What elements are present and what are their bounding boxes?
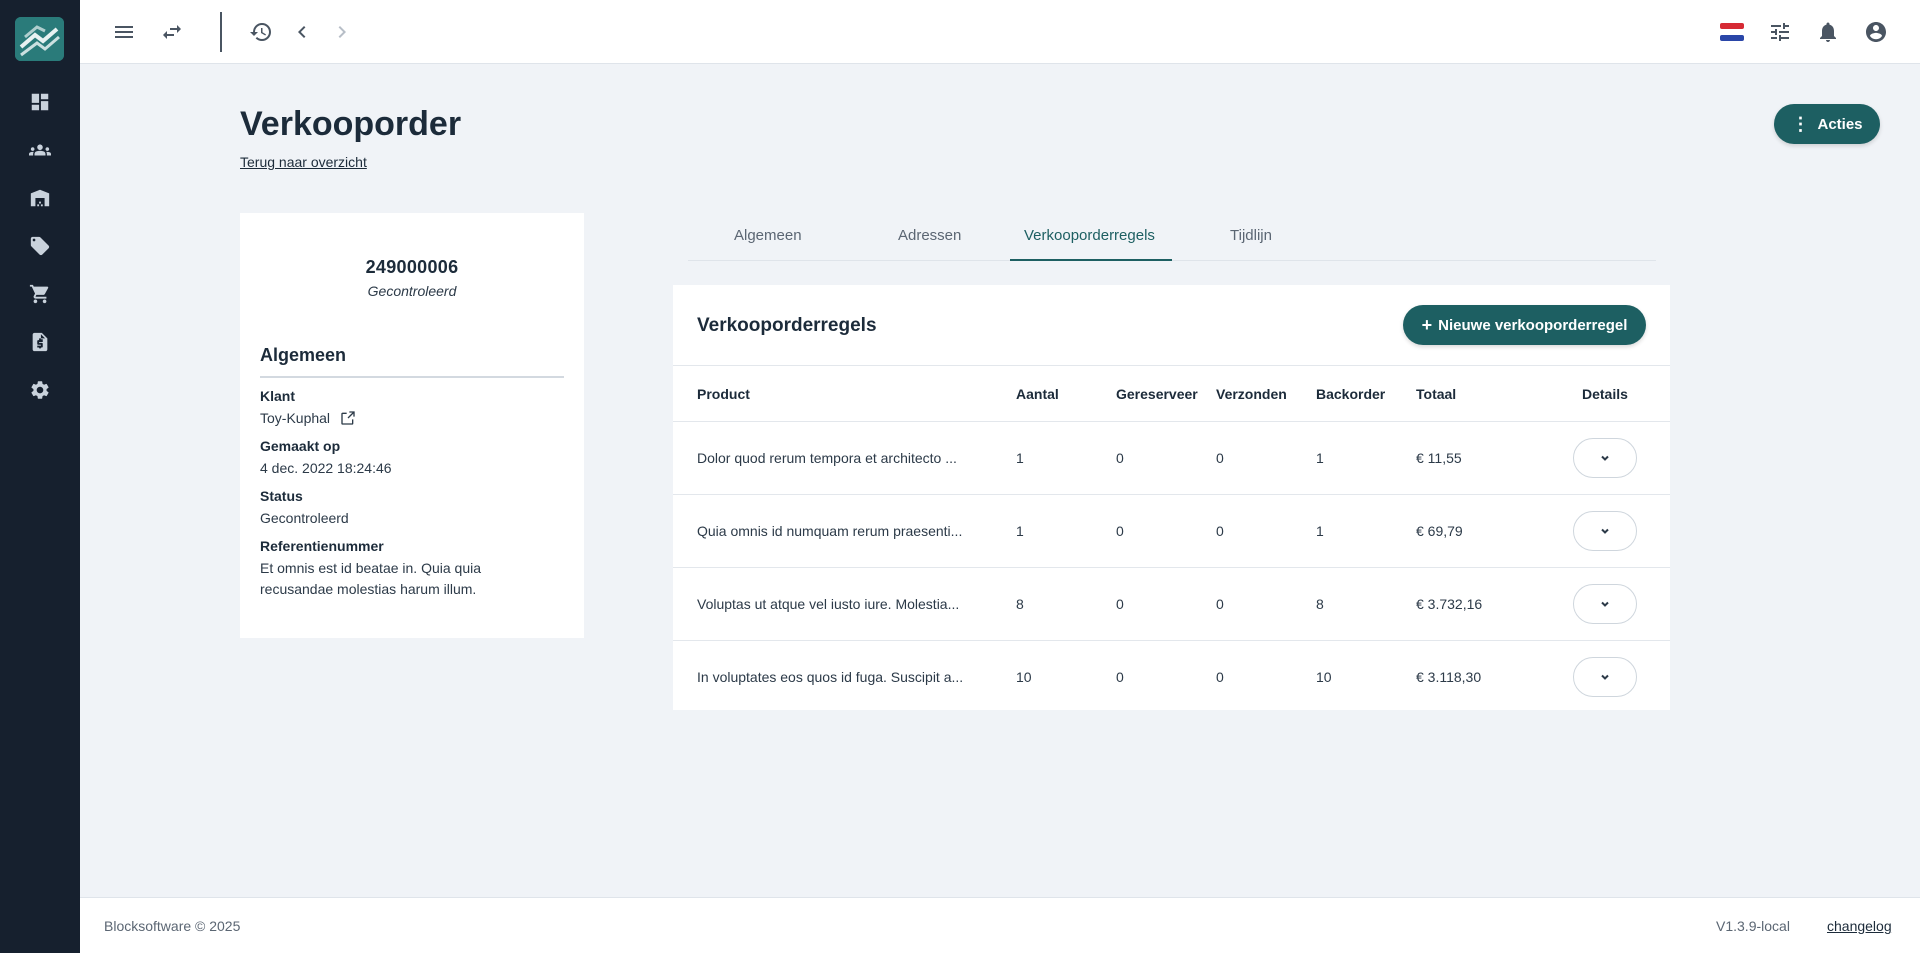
flag-nl-icon[interactable]: [1719, 19, 1745, 45]
actions-button[interactable]: ⋮ Acties: [1774, 104, 1880, 144]
cell-total: € 69,79: [1416, 523, 1463, 539]
cell-total: € 3.118,30: [1416, 669, 1482, 685]
field-value-status: Gecontroleerd: [260, 510, 349, 526]
details-expand-button[interactable]: [1573, 511, 1637, 551]
bell-icon[interactable]: [1815, 19, 1841, 45]
details-expand-button[interactable]: [1573, 657, 1637, 697]
cell-product: Voluptas ut atque vel iusto iure. Molest…: [697, 596, 960, 612]
new-order-line-button[interactable]: + Nieuwe verkooporderregel: [1403, 305, 1646, 345]
field-label-reference: Referentienummer: [260, 538, 384, 554]
warehouse-icon[interactable]: [27, 185, 53, 211]
table-row: Quia omnis id numquam rerum praesenti...…: [673, 495, 1670, 568]
chevron-left-icon[interactable]: [289, 19, 315, 45]
cell-total: € 3.732,16: [1416, 596, 1483, 612]
cell-backorder: 1: [1316, 523, 1324, 539]
cell-product: In voluptates eos quos id fuga. Suscipit…: [697, 669, 964, 685]
chevron-down-icon: [1601, 528, 1609, 534]
cell-product: Dolor quod rerum tempora et architecto .…: [697, 450, 957, 466]
cell-shipped: 0: [1216, 596, 1224, 612]
topbar-divider: [220, 12, 222, 52]
table-row: In voluptates eos quos id fuga. Suscipit…: [673, 641, 1670, 714]
swap-icon[interactable]: [159, 19, 185, 45]
invoice-icon[interactable]: [27, 329, 53, 355]
table-header: Product Aantal Gereserveer Verzonden Bac…: [673, 365, 1670, 422]
cell-reserved: 0: [1116, 523, 1124, 539]
field-label-status: Status: [260, 488, 303, 504]
chevron-right-icon[interactable]: [329, 19, 355, 45]
cell-quantity: 1: [1016, 523, 1024, 539]
tab-timeline[interactable]: Tijdlijn: [1230, 227, 1272, 244]
new-order-line-label: Nieuwe verkooporderregel: [1438, 316, 1628, 334]
cell-reserved: 0: [1116, 450, 1124, 466]
app-logo[interactable]: [15, 17, 64, 61]
tag-icon[interactable]: [27, 233, 53, 259]
actions-button-label: Acties: [1817, 115, 1863, 133]
tab-bar: Algemeen Adressen Verkooporderregels Tij…: [688, 213, 1656, 261]
version-text: V1.3.9-local: [1716, 918, 1790, 934]
tab-order-lines[interactable]: Verkooporderregels: [1024, 227, 1155, 244]
cell-quantity: 8: [1016, 596, 1024, 612]
settings-icon[interactable]: [27, 377, 53, 403]
column-header-product: Product: [697, 386, 750, 402]
field-label-created: Gemaakt op: [260, 438, 341, 454]
field-value-customer: Toy-Kuphal: [260, 408, 550, 429]
field-value-reference: Et omnis est id beatae in. Quia quia rec…: [260, 560, 482, 597]
cell-reserved: 0: [1116, 596, 1124, 612]
history-icon[interactable]: [248, 19, 274, 45]
cell-shipped: 0: [1216, 450, 1224, 466]
section-title-general: Algemeen: [260, 345, 347, 365]
column-header-backorder: Backorder: [1316, 386, 1386, 402]
menu-icon[interactable]: [111, 19, 137, 45]
chevron-down-icon: [1601, 601, 1609, 607]
cell-shipped: 0: [1216, 669, 1224, 685]
active-tab-indicator: [1010, 259, 1172, 261]
column-header-details: Details: [1582, 386, 1628, 402]
cart-icon[interactable]: [27, 281, 53, 307]
order-status: Gecontroleerd: [367, 283, 457, 299]
field-value-created: 4 dec. 2022 18:24:46: [260, 460, 392, 476]
account-icon[interactable]: [1863, 19, 1889, 45]
details-expand-button[interactable]: [1573, 438, 1637, 478]
details-expand-button[interactable]: [1573, 584, 1637, 624]
back-to-overview-link[interactable]: Terug naar overzicht: [240, 154, 367, 170]
tab-general[interactable]: Algemeen: [734, 227, 802, 244]
order-lines-title: Verkooporderregels: [697, 315, 877, 336]
order-lines-card: Verkooporderregels + Nieuwe verkooporder…: [673, 285, 1670, 710]
order-number: 249000006: [365, 257, 459, 277]
cell-backorder: 10: [1316, 669, 1332, 685]
tab-addresses[interactable]: Adressen: [898, 227, 961, 244]
plus-icon: +: [1421, 314, 1433, 335]
more-vert-icon: ⋮: [1791, 114, 1810, 134]
users-icon[interactable]: [27, 137, 53, 163]
changelog-link[interactable]: changelog: [1827, 918, 1892, 934]
cell-total: € 11,55: [1416, 450, 1462, 466]
order-summary-card: 249000006 Gecontroleerd Algemeen Klant T…: [240, 213, 584, 638]
section-divider: [260, 376, 564, 378]
column-header-reserved: Gereserveer: [1116, 386, 1198, 402]
open-in-new-icon[interactable]: [340, 410, 356, 426]
cell-reserved: 0: [1116, 669, 1124, 685]
cell-backorder: 8: [1316, 596, 1324, 612]
column-header-shipped: Verzonden: [1216, 386, 1287, 402]
cell-shipped: 0: [1216, 523, 1224, 539]
tune-icon[interactable]: [1767, 19, 1793, 45]
dashboard-icon[interactable]: [27, 89, 53, 115]
field-label-customer: Klant: [260, 388, 295, 404]
column-header-total: Totaal: [1416, 386, 1457, 402]
table-row: Dolor quod rerum tempora et architecto .…: [673, 422, 1670, 495]
topbar: [80, 0, 1920, 64]
cell-quantity: 10: [1016, 669, 1032, 685]
cell-quantity: 1: [1016, 450, 1024, 466]
footer: Blocksoftware © 2025 V1.3.9-local change…: [80, 897, 1920, 953]
copyright-text: Blocksoftware © 2025: [104, 918, 241, 934]
page-title: Verkooporder: [240, 105, 462, 143]
chevron-down-icon: [1601, 674, 1609, 680]
sidebar: [0, 0, 80, 953]
customer-link[interactable]: Toy-Kuphal: [260, 410, 330, 426]
table-row: Voluptas ut atque vel iusto iure. Molest…: [673, 568, 1670, 641]
cell-backorder: 1: [1316, 450, 1324, 466]
chevron-down-icon: [1601, 455, 1609, 461]
column-header-quantity: Aantal: [1016, 386, 1059, 402]
cell-product: Quia omnis id numquam rerum praesenti...: [697, 523, 963, 539]
